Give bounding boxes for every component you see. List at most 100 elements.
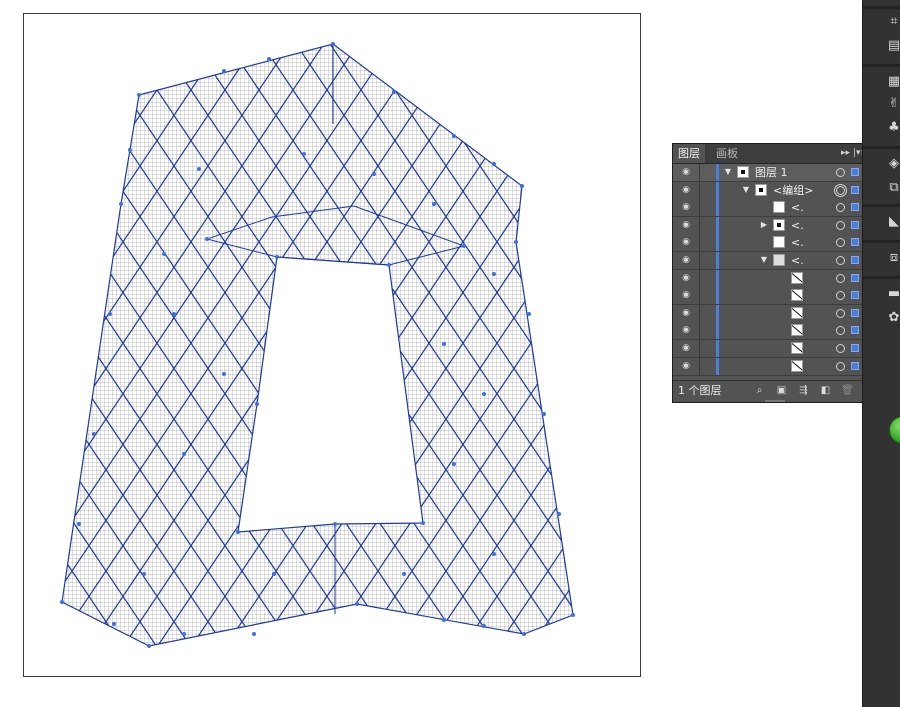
layer-row[interactable]: ◉ bbox=[673, 287, 863, 306]
anchor-point[interactable] bbox=[522, 632, 526, 636]
anchor-point[interactable] bbox=[236, 530, 240, 534]
layer-name[interactable]: <编组> bbox=[773, 182, 813, 199]
anchor-point[interactable] bbox=[527, 312, 531, 316]
anchor-point[interactable] bbox=[222, 372, 226, 376]
anchor-point[interactable] bbox=[492, 272, 496, 276]
visibility-eye-icon[interactable]: ◉ bbox=[678, 256, 694, 265]
visibility-eye-icon[interactable]: ◉ bbox=[678, 168, 694, 177]
visibility-eye-icon[interactable]: ◉ bbox=[678, 344, 694, 353]
collapse-triangle-icon[interactable]: ▼ bbox=[723, 166, 733, 178]
visibility-eye-icon[interactable]: ◉ bbox=[678, 185, 694, 195]
anchor-point[interactable] bbox=[542, 412, 546, 416]
layer-name[interactable]: 图层 1 bbox=[755, 164, 788, 181]
selection-indicator[interactable] bbox=[851, 220, 859, 229]
target-circle-icon[interactable] bbox=[836, 256, 845, 265]
club-icon[interactable]: ♣ bbox=[887, 120, 900, 136]
anchor-point[interactable] bbox=[452, 462, 456, 466]
anchor-point[interactable] bbox=[462, 244, 466, 248]
anchor-point[interactable] bbox=[197, 167, 201, 171]
grid-icon[interactable]: ⌗ bbox=[887, 14, 900, 30]
anchor-point[interactable] bbox=[402, 572, 406, 576]
anchor-point[interactable] bbox=[222, 69, 226, 73]
delete-layer-icon[interactable]: 🗑 bbox=[841, 384, 854, 397]
anchor-point[interactable] bbox=[172, 312, 176, 316]
anchor-point[interactable] bbox=[557, 512, 561, 516]
create-sublayer-icon[interactable]: ⇶ bbox=[797, 384, 810, 397]
layer-row[interactable]: ◉ ▶ <. bbox=[673, 216, 863, 235]
selection-indicator[interactable] bbox=[851, 308, 859, 317]
target-circle-icon[interactable] bbox=[836, 308, 845, 318]
anchor-point[interactable] bbox=[108, 312, 112, 316]
tab-artboards[interactable]: 画板 bbox=[711, 144, 743, 163]
anchor-point[interactable] bbox=[482, 392, 486, 396]
anchor-point[interactable] bbox=[128, 148, 132, 152]
layer-name[interactable]: <. bbox=[791, 217, 804, 234]
visibility-eye-icon[interactable]: ◉ bbox=[678, 291, 694, 300]
anchor-point[interactable] bbox=[520, 184, 524, 188]
anchor-point[interactable] bbox=[142, 572, 146, 576]
visibility-eye-icon[interactable]: ◉ bbox=[678, 238, 694, 247]
anchor-point[interactable] bbox=[442, 342, 446, 346]
anchor-point[interactable] bbox=[392, 90, 396, 94]
selection-indicator[interactable] bbox=[851, 185, 859, 194]
anchor-point[interactable] bbox=[492, 162, 496, 166]
gradient-icon[interactable]: ◣ bbox=[887, 214, 900, 230]
anchor-point[interactable] bbox=[331, 42, 335, 46]
selection-indicator[interactable] bbox=[851, 238, 859, 247]
selection-indicator[interactable] bbox=[851, 344, 859, 352]
target-circle-icon[interactable] bbox=[836, 168, 845, 177]
visibility-eye-icon[interactable]: ◉ bbox=[678, 203, 694, 212]
layer-row-top[interactable]: ◉ ▼ 图层 1 bbox=[673, 164, 863, 182]
artboard[interactable] bbox=[23, 13, 641, 677]
layer-row[interactable]: ◉ <. bbox=[673, 234, 863, 253]
target-circle-icon[interactable] bbox=[836, 220, 845, 230]
make-clipping-mask-icon[interactable]: ▣ bbox=[775, 384, 788, 397]
anchor-point[interactable] bbox=[387, 263, 391, 267]
visibility-eye-icon[interactable]: ◉ bbox=[678, 220, 694, 230]
target-circle-icon[interactable] bbox=[834, 183, 847, 197]
target-circle-icon[interactable] bbox=[836, 344, 845, 353]
selection-indicator[interactable] bbox=[851, 168, 859, 176]
target-circle-icon[interactable] bbox=[836, 238, 845, 248]
mesh-building-artwork[interactable] bbox=[24, 14, 642, 678]
layers-icon[interactable]: ◈ bbox=[887, 156, 900, 172]
align-icon[interactable]: ▤ bbox=[887, 38, 900, 54]
layer-row[interactable]: ◉ bbox=[673, 269, 863, 288]
visibility-eye-icon[interactable]: ◉ bbox=[678, 326, 694, 335]
appearance-icon[interactable]: ✿ bbox=[887, 310, 900, 326]
anchor-point[interactable] bbox=[92, 432, 96, 436]
anchor-point[interactable] bbox=[421, 521, 425, 525]
artboard-icon[interactable]: ⧉ bbox=[887, 180, 900, 196]
target-circle-icon[interactable] bbox=[836, 361, 845, 371]
anchor-point[interactable] bbox=[255, 402, 259, 406]
visibility-eye-icon[interactable]: ◉ bbox=[678, 361, 694, 371]
anchor-point[interactable] bbox=[442, 618, 446, 622]
anchor-point[interactable] bbox=[302, 152, 306, 156]
visibility-eye-icon[interactable]: ◉ bbox=[678, 273, 694, 283]
layer-name[interactable]: <. bbox=[791, 199, 804, 216]
anchor-point[interactable] bbox=[452, 134, 456, 138]
layer-row[interactable]: ◉ ▼ <编组> bbox=[673, 181, 863, 200]
new-layer-icon[interactable]: ◧ bbox=[819, 384, 832, 397]
layer-row[interactable]: ◉ ▼ <. bbox=[673, 252, 863, 270]
selection-indicator[interactable] bbox=[851, 273, 859, 282]
visibility-eye-icon[interactable]: ◉ bbox=[678, 308, 694, 318]
anchor-point[interactable] bbox=[432, 202, 436, 206]
anchor-point[interactable] bbox=[492, 552, 496, 556]
anchor-point[interactable] bbox=[77, 522, 81, 526]
selection-indicator[interactable] bbox=[851, 291, 859, 300]
anchor-point[interactable] bbox=[182, 452, 186, 456]
anchor-point[interactable] bbox=[119, 202, 123, 206]
layer-row[interactable]: ◉ bbox=[673, 340, 863, 358]
tab-layers[interactable]: 图层 bbox=[673, 144, 705, 163]
layer-row[interactable]: ◉ bbox=[673, 322, 863, 341]
collapse-triangle-icon[interactable]: ▼ bbox=[741, 184, 751, 196]
anchor-point[interactable] bbox=[162, 252, 166, 256]
layer-name[interactable]: <. bbox=[791, 252, 804, 269]
layer-row[interactable]: ◉ bbox=[673, 304, 863, 323]
selection-indicator[interactable] bbox=[851, 203, 859, 212]
anchor-point[interactable] bbox=[355, 602, 359, 606]
selection-indicator[interactable] bbox=[851, 326, 859, 335]
selection-indicator[interactable] bbox=[851, 256, 859, 264]
target-circle-icon[interactable] bbox=[836, 273, 845, 283]
